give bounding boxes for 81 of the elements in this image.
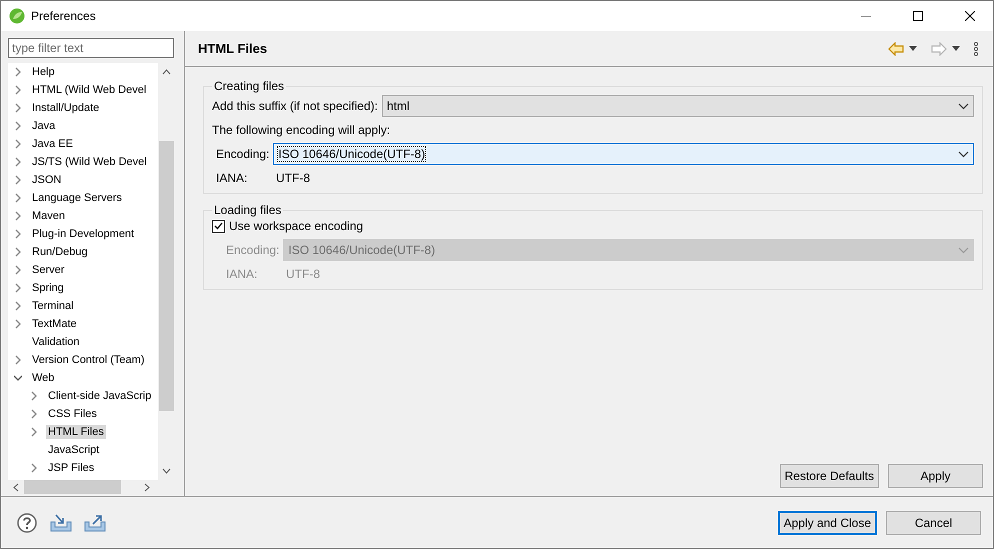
page-title: HTML Files — [198, 41, 268, 56]
forward-arrow-icon[interactable] — [931, 42, 947, 56]
iana-label: IANA: — [216, 171, 248, 185]
scroll-up-icon[interactable] — [162, 69, 170, 75]
iana-label: IANA: — [226, 267, 258, 281]
chevron-icon[interactable] — [14, 283, 22, 293]
scroll-down-icon[interactable] — [162, 468, 170, 474]
apply-button[interactable]: Apply — [888, 464, 983, 488]
chevron-icon[interactable] — [14, 355, 22, 365]
tree-item[interactable]: TextMate — [30, 317, 79, 331]
cancel-button[interactable]: Cancel — [886, 510, 981, 534]
window-title: Preferences — [31, 9, 97, 23]
chevron-icon[interactable] — [14, 175, 22, 185]
back-arrow-icon[interactable] — [888, 42, 904, 56]
apply-and-close-button[interactable]: Apply and Close — [778, 510, 877, 534]
group-title: Creating files — [213, 79, 286, 93]
checkbox[interactable] — [212, 220, 225, 232]
chevron-icon[interactable] — [14, 265, 22, 275]
tree-item[interactable]: Run/Debug — [30, 245, 90, 259]
chevron-icon[interactable] — [14, 139, 22, 149]
chevron-icon[interactable] — [30, 391, 38, 401]
tree-item[interactable]: Java EE — [30, 137, 75, 151]
tree-item[interactable]: JSON — [30, 173, 64, 187]
encoding-dropdown[interactable]: ISO 10646/Unicode(UTF-8) — [273, 143, 974, 165]
chevron-icon[interactable] — [14, 229, 22, 239]
tree-item[interactable]: HTML Files — [46, 425, 106, 439]
dropdown-caret-icon — [958, 102, 969, 110]
chevron-icon[interactable] — [14, 67, 22, 77]
tree-item[interactable]: CSS Files — [46, 407, 99, 421]
group-title: Loading files — [213, 203, 282, 217]
scroll-right-icon[interactable] — [144, 482, 150, 492]
tree-item[interactable]: Web — [30, 371, 56, 385]
checkbox-label: Use workspace encoding — [229, 219, 364, 233]
iana-value: UTF-8 — [276, 171, 310, 185]
suffix-dropdown[interactable]: html — [382, 95, 974, 117]
more-icon[interactable] — [973, 42, 979, 56]
chevron-icon[interactable] — [14, 211, 22, 221]
scroll-left-icon[interactable] — [13, 482, 19, 492]
tree-item[interactable]: Install/Update — [30, 101, 102, 115]
tree-item[interactable]: Java — [30, 119, 58, 133]
encoding-label: Encoding: — [216, 147, 270, 161]
tree-item[interactable]: Maven — [30, 209, 68, 223]
tree-item[interactable]: JSP Files — [46, 461, 96, 475]
help-icon[interactable] — [17, 512, 37, 532]
chevron-icon[interactable] — [30, 409, 38, 419]
tree-item[interactable]: Language Servers — [30, 191, 124, 205]
chevron-icon[interactable] — [14, 103, 22, 113]
export-icon[interactable] — [83, 512, 107, 532]
tree-item[interactable]: JS/TS (Wild Web Devel — [30, 155, 149, 169]
tree-item[interactable]: Version Control (Team) — [30, 353, 146, 367]
encoding-label: Encoding: — [226, 243, 280, 257]
chevron-icon[interactable] — [30, 463, 38, 473]
dropdown-caret-icon — [958, 246, 969, 254]
tree-item[interactable]: Plug-in Development — [30, 227, 136, 241]
encoding-note: The following encoding will apply: — [212, 123, 390, 137]
dropdown-icon[interactable] — [952, 46, 960, 51]
chevron-icon[interactable] — [14, 85, 22, 95]
chevron-icon[interactable] — [14, 301, 22, 311]
chevron-icon[interactable] — [30, 427, 38, 437]
chevron-icon[interactable] — [14, 319, 22, 329]
chevron-icon[interactable] — [14, 247, 22, 257]
filter-field[interactable]: type filter text — [8, 38, 174, 58]
tree-item[interactable]: Help — [30, 65, 57, 79]
chevron-icon[interactable] — [14, 157, 22, 167]
dropdown-icon[interactable] — [909, 46, 917, 51]
iana-value: UTF-8 — [286, 267, 320, 281]
suffix-label: Add this suffix (if not specified): — [212, 99, 378, 113]
tree-item[interactable]: Spring — [30, 281, 66, 295]
chevron-icon[interactable] — [14, 193, 22, 203]
tree-item[interactable]: Server — [30, 263, 66, 277]
tree-item[interactable]: Terminal — [30, 299, 76, 313]
tree-item[interactable]: JavaScript — [46, 443, 102, 457]
restore-defaults-button[interactable]: Restore Defaults — [780, 464, 879, 488]
chevron-icon[interactable] — [14, 373, 22, 383]
import-icon[interactable] — [49, 512, 73, 532]
dropdown-caret-icon — [958, 150, 969, 158]
tree-item[interactable]: Client-side JavaScrip — [46, 389, 154, 403]
tree-item[interactable]: HTML (Wild Web Devel — [30, 83, 148, 97]
leaf-logo-icon — [9, 8, 25, 24]
tree-item[interactable]: Validation — [30, 335, 82, 349]
chevron-icon[interactable] — [14, 121, 22, 131]
